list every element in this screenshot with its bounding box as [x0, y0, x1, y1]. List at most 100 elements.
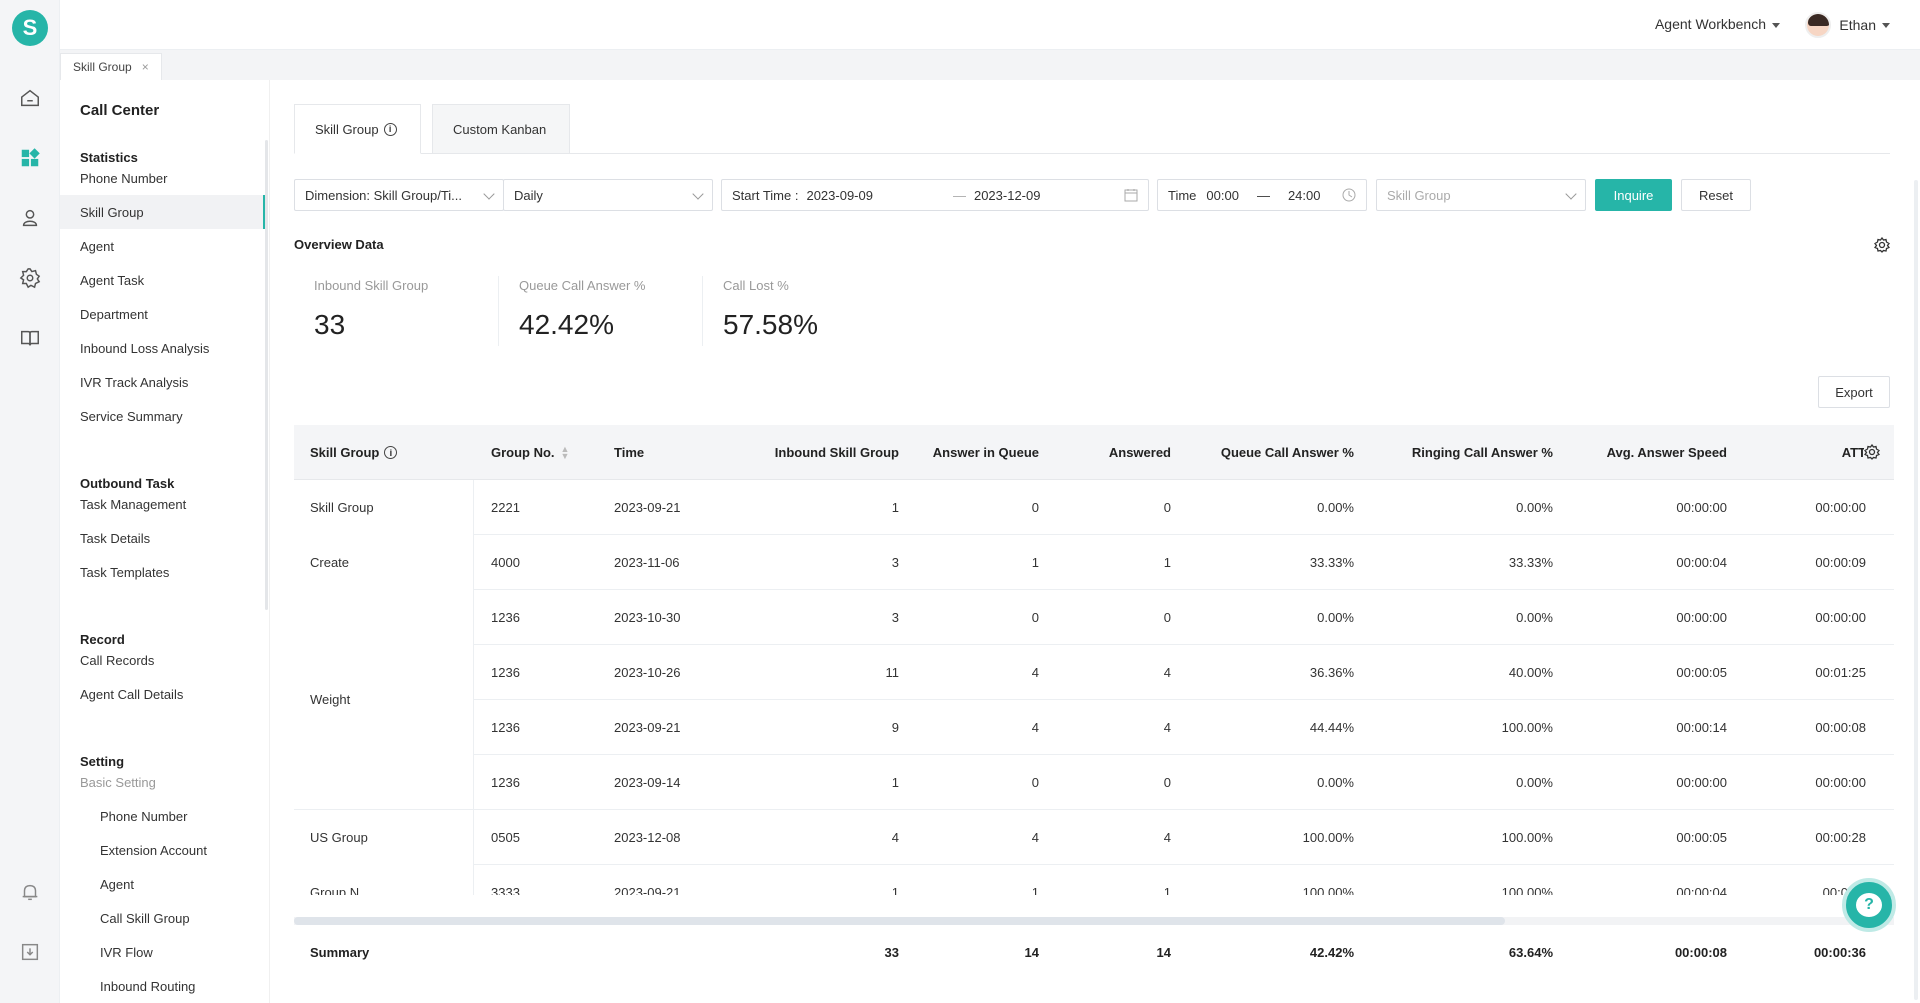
sidebar-item-service-summary[interactable]: Service Summary [60, 399, 265, 433]
tab-label: Skill Group [315, 121, 379, 137]
cell-avg-answer-speed: 00:00:00 [1676, 775, 1727, 790]
cell-answered: 0 [1163, 775, 1171, 790]
cell-ringing-call-answer: 100.00% [1501, 720, 1553, 735]
col-queue-call-answer: Queue Call Answer % [1220, 445, 1354, 460]
sidebar-item-task-details[interactable]: Task Details [60, 521, 265, 555]
chevron-down-icon [483, 188, 495, 200]
close-icon[interactable]: × [142, 60, 149, 74]
app-logo[interactable]: S [12, 10, 48, 46]
card-value: 57.58% [723, 309, 818, 340]
page-tab-strip: Skill Group × [60, 50, 1920, 80]
cell-answer-in-queue: 4 [1031, 830, 1039, 845]
question-icon: ? [1856, 893, 1882, 917]
agent-icon[interactable] [18, 206, 42, 230]
cell-inbound: 4 [891, 830, 899, 845]
cell-att: 00:00:00 [1815, 610, 1866, 625]
col-answered: Answered [1108, 445, 1171, 460]
table-row: 3333 2023-09-21 1 1 1 100.00% 100.00% 00:00:04 0… [294, 865, 1894, 895]
cell-inbound: 1 [891, 885, 899, 895]
column-settings-gear-icon[interactable] [1863, 443, 1881, 460]
cell-group-no: 1236 [491, 720, 520, 735]
sidebar-item-agent-call-details[interactable]: Agent Call Details [60, 677, 265, 711]
workbench-label: Agent Workbench [1654, 16, 1766, 32]
cell-time: 2023-10-30 [614, 610, 681, 625]
time-start[interactable]: 00:00 [1206, 188, 1239, 203]
skill-group-select[interactable]: Skill Group [1376, 179, 1586, 211]
sidebar-item-setting-agent[interactable]: Agent [60, 867, 265, 901]
reset-button[interactable]: Reset [1681, 179, 1751, 211]
tab-custom-kanban[interactable]: Custom Kanban [432, 104, 570, 154]
info-icon: i [384, 446, 398, 459]
sidebar-scrollbar[interactable] [265, 140, 268, 610]
page-tab-skill-group[interactable]: Skill Group × [60, 53, 162, 80]
group-cell: US Group [294, 810, 474, 865]
sidebar-item-extension-account[interactable]: Extension Account [60, 833, 265, 867]
sidebar-item-phone-number[interactable]: Phone Number [60, 161, 265, 195]
tab-skill-group[interactable]: Skill Group i [294, 104, 421, 154]
cell-att: 00:00:09 [1815, 555, 1866, 570]
dimension-value: Dimension: Skill Group/Ti... [305, 187, 463, 203]
sidebar-item-agent[interactable]: Agent [60, 229, 265, 263]
time-end[interactable]: 24:00 [1288, 188, 1321, 203]
table-horizontal-scrollbar[interactable] [294, 917, 1894, 925]
cell-inbound: 3 [891, 610, 899, 625]
caret-down-icon [1772, 22, 1780, 28]
sidebar-item-inbound-loss[interactable]: Inbound Loss Analysis [60, 331, 265, 365]
card-label: Queue Call Answer % [519, 278, 646, 293]
sidebar-group-basic-setting[interactable]: Basic Setting [60, 765, 265, 799]
group-cell: Skill Group [294, 480, 474, 535]
cell-answered: 4 [1163, 720, 1171, 735]
cell-ringing-call-answer: 40.00% [1508, 665, 1553, 680]
period-select[interactable]: Daily [503, 179, 713, 211]
bell-icon[interactable] [18, 880, 42, 904]
cell-ringing-call-answer: 0.00% [1516, 500, 1553, 515]
sidebar-item-inbound-routing[interactable]: Inbound Routing [60, 969, 265, 1003]
start-date[interactable]: 2023-09-09 [806, 188, 873, 203]
sidebar-item-ivr-track[interactable]: IVR Track Analysis [60, 365, 265, 399]
card-value: 33 [314, 309, 346, 340]
logo-letter: S [22, 15, 38, 40]
inquire-button[interactable]: Inquire [1595, 179, 1672, 211]
end-date[interactable]: 2023-12-09 [974, 188, 1041, 203]
table-row: 2221 2023-09-21 1 0 0 0.00% 0.00% 00:00:00 00:00… [294, 480, 1894, 535]
sidebar-item-department[interactable]: Department [60, 297, 265, 331]
cell-group-no: 2221 [491, 500, 520, 515]
sidebar-item-task-templates[interactable]: Task Templates [60, 555, 265, 589]
settings-icon[interactable] [18, 266, 42, 290]
cell-avg-answer-speed: 00:00:00 [1676, 610, 1727, 625]
agent-workbench-menu[interactable]: Agent Workbench [1655, 16, 1780, 32]
sort-icon[interactable]: ▲ ▼ [561, 444, 570, 460]
cell-time: 2023-12-08 [614, 830, 681, 845]
cell-answered: 0 [1163, 500, 1171, 515]
sidebar-item-task-management[interactable]: Task Management [60, 487, 265, 521]
home-icon[interactable] [18, 86, 42, 110]
cell-group-no: 1236 [491, 665, 520, 680]
date-range-picker[interactable]: Start Time : 2023-09-09 — 2023-12-09 [721, 179, 1149, 211]
dimension-select[interactable]: Dimension: Skill Group/Ti... [294, 179, 504, 211]
cell-group-no: 4000 [491, 555, 520, 570]
gear-icon[interactable] [1873, 236, 1891, 253]
sidebar-item-agent-task[interactable]: Agent Task [60, 263, 265, 297]
overview-title: Overview Data [294, 237, 384, 252]
sidebar-item-skill-group[interactable]: Skill Group [60, 195, 265, 229]
caret-down-icon [1882, 22, 1890, 28]
download-icon[interactable] [18, 940, 42, 964]
cell-queue-call-answer: 0.00% [1317, 610, 1354, 625]
sidebar-item-call-records[interactable]: Call Records [60, 643, 265, 677]
time-range-picker[interactable]: Time 00:00 — 24:00 [1157, 179, 1367, 211]
sidebar-item-ivr-flow[interactable]: IVR Flow [60, 935, 265, 969]
dashboard-icon[interactable] [18, 146, 42, 170]
scrollbar-thumb[interactable] [294, 917, 1505, 925]
cell-answered: 4 [1163, 830, 1171, 845]
export-button[interactable]: Export [1818, 376, 1890, 408]
card-value: 42.42% [519, 309, 614, 340]
summary-avg-answer-speed: 00:00:08 [1674, 945, 1727, 960]
sidebar-item-call-skill-group[interactable]: Call Skill Group [60, 901, 265, 935]
col-group-no[interactable]: Group No. ▲ ▼ [491, 425, 569, 480]
sidebar-item-setting-phone-number[interactable]: Phone Number [60, 799, 265, 833]
book-icon[interactable] [18, 326, 42, 350]
content-vertical-scrollbar[interactable] [1914, 180, 1918, 1000]
help-chat-button[interactable]: ? [1842, 878, 1896, 932]
user-menu[interactable]: Ethan [1805, 12, 1890, 38]
cell-inbound: 11 [885, 665, 900, 680]
